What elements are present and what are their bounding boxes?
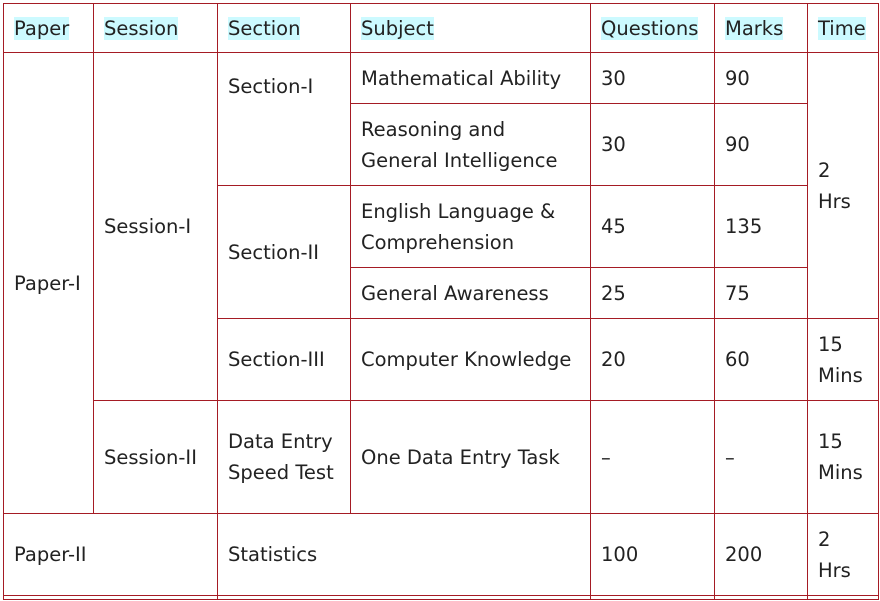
session-cell: Session-II <box>93 400 218 514</box>
time-cell: 15 Mins <box>807 400 879 514</box>
paper-cell: Paper-II <box>3 513 218 596</box>
questions-cell: 20 <box>590 318 715 401</box>
header-time: Time <box>807 3 879 53</box>
section-cell: Data Entry Speed Test <box>217 400 351 514</box>
time-cell: 2 Hrs <box>807 52 879 319</box>
subject-cell: Mathematical Ability <box>350 52 591 104</box>
header-row: Paper Session Section Subject Questions … <box>3 3 879 53</box>
subject-cell: One Data Entry Task <box>350 400 591 514</box>
table-row: Paper-I Session-I Section-I Mathematical… <box>3 52 879 514</box>
marks-cell: 90 <box>714 52 808 104</box>
header-subject: Subject <box>350 3 591 53</box>
subject-cell: Reasoning and General Intelligence <box>350 103 591 186</box>
marks-cell: 60 <box>714 318 808 401</box>
subject-cell: Computer Knowledge <box>350 318 591 401</box>
section-cell: Section-I <box>217 52 351 186</box>
exam-pattern-table: Paper Session Section Subject Questions … <box>3 3 879 600</box>
section-cell: Section-II <box>217 185 351 319</box>
session-cell: Session-I <box>93 52 218 401</box>
paper-cell: Paper-I <box>3 52 94 514</box>
continuation-cell <box>3 595 218 600</box>
marks-cell: 90 <box>714 103 808 186</box>
time-cell: 15 Mins <box>807 318 879 401</box>
questions-cell: 45 <box>590 185 715 268</box>
header-session: Session <box>93 3 218 53</box>
questions-cell: 30 <box>590 103 715 186</box>
questions-cell: 100 <box>590 513 715 596</box>
questions-cell: 25 <box>590 267 715 319</box>
subject-cell: Statistics <box>217 513 591 596</box>
marks-cell: 135 <box>714 185 808 268</box>
time-cell: 2 Hrs <box>807 513 879 596</box>
marks-cell: – <box>714 400 808 514</box>
questions-cell: 30 <box>590 52 715 104</box>
table-row: Session-II Data Entry Speed Test One Dat… <box>4 400 879 514</box>
header-marks: Marks <box>714 3 808 53</box>
continuation-row <box>3 595 879 600</box>
questions-cell: – <box>590 400 715 514</box>
subject-cell: General Awareness <box>350 267 591 319</box>
marks-cell: 200 <box>714 513 808 596</box>
marks-cell: 75 <box>714 267 808 319</box>
table-row: Paper-II Statistics 100 200 2 Hrs <box>3 513 879 596</box>
continuation-cell <box>807 595 879 600</box>
header-section: Section <box>217 3 351 53</box>
header-questions: Questions <box>590 3 715 53</box>
section-cell: Section-III <box>217 318 351 401</box>
subject-cell: English Language & Comprehension <box>350 185 591 268</box>
continuation-cell <box>714 595 808 600</box>
continuation-cell <box>217 595 591 600</box>
continuation-cell <box>590 595 715 600</box>
header-paper: Paper <box>3 3 94 53</box>
